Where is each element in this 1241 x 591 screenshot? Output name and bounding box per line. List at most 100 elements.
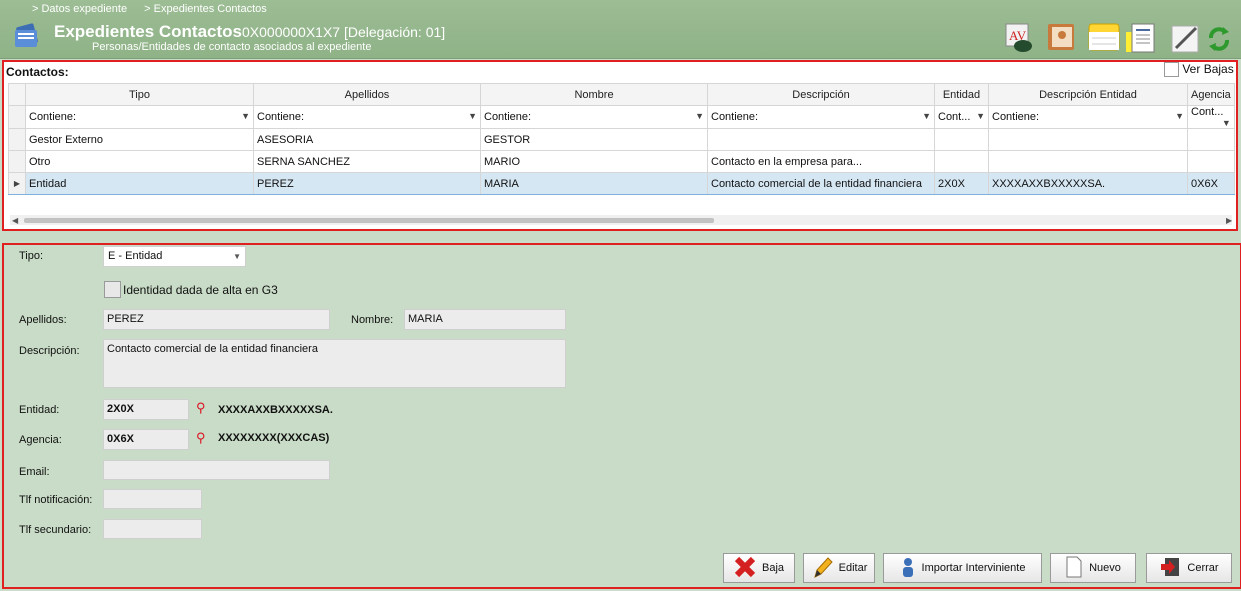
- filter-cell-entidad[interactable]: Cont... ▼: [934, 105, 989, 129]
- filter-text: Contiene:: [484, 111, 532, 123]
- nombre-label: Nombre:: [351, 314, 394, 326]
- row-selected-indicator[interactable]: ▶: [8, 172, 26, 195]
- table-cell[interactable]: [934, 128, 989, 151]
- table-cell[interactable]: MARIO: [480, 150, 708, 173]
- breadcrumb-item-contactos[interactable]: > Expedientes Contactos: [144, 3, 267, 15]
- column-header-agencia[interactable]: Agencia: [1187, 83, 1235, 106]
- contacts-label: Contactos:: [6, 65, 69, 79]
- importar-interviniente-button[interactable]: Importar Interviniente: [883, 553, 1042, 583]
- expediente-number: 0X000000X1X7 [Delegación: 01]: [242, 24, 446, 40]
- column-header-tipo[interactable]: Tipo: [25, 83, 254, 106]
- ver-bajas-checkbox[interactable]: [1164, 62, 1179, 78]
- column-header-apellidos[interactable]: Apellidos: [253, 83, 481, 106]
- nuevo-button[interactable]: Nuevo: [1050, 553, 1136, 583]
- table-cell[interactable]: SERNA SANCHEZ: [253, 150, 481, 173]
- filter-icon[interactable]: ▼: [1222, 118, 1231, 128]
- scroll-left-icon[interactable]: ◀: [12, 216, 18, 225]
- filter-cell-agencia[interactable]: Cont... ▼: [1187, 105, 1235, 129]
- column-header-entidad[interactable]: Entidad: [934, 83, 989, 106]
- table-row-selected[interactable]: ▶ Entidad PEREZ MARIA Contacto comercial…: [8, 172, 1235, 195]
- edit-pen-icon[interactable]: [1170, 18, 1202, 54]
- table-cell[interactable]: GESTOR: [480, 128, 708, 151]
- alta-g3-checkbox[interactable]: [104, 281, 121, 298]
- filter-icon[interactable]: ▼: [468, 111, 477, 121]
- pencil-icon: [811, 555, 833, 582]
- filter-cell-nombre[interactable]: Contiene: ▼: [480, 105, 708, 129]
- breadcrumb-item-datos[interactable]: > Datos expediente: [32, 3, 127, 15]
- table-cell[interactable]: [934, 150, 989, 173]
- column-header-descripcion[interactable]: Descripción: [707, 83, 935, 106]
- table-cell[interactable]: Contacto en la empresa para...: [707, 150, 935, 173]
- filter-icon[interactable]: ▼: [1175, 111, 1184, 121]
- email-label: Email:: [19, 466, 50, 478]
- editar-button-label: Editar: [838, 562, 868, 574]
- column-header-nombre[interactable]: Nombre: [480, 83, 708, 106]
- filter-icon[interactable]: ▼: [241, 111, 250, 121]
- entidad-search-icon[interactable]: ⚲: [196, 400, 206, 416]
- table-cell[interactable]: ASESORIA: [253, 128, 481, 151]
- descripcion-field[interactable]: Contacto comercial de la entidad financi…: [103, 339, 566, 388]
- baja-button[interactable]: Baja: [723, 553, 795, 583]
- notes-icon[interactable]: [1088, 18, 1120, 54]
- filter-icon[interactable]: ▼: [976, 111, 985, 121]
- table-cell[interactable]: [988, 128, 1188, 151]
- filter-icon[interactable]: ▼: [695, 111, 704, 121]
- table-cell[interactable]: [1187, 150, 1235, 173]
- filter-icon[interactable]: ▼: [922, 111, 931, 121]
- document-icon[interactable]: [1124, 18, 1156, 54]
- filter-text: Contiene:: [29, 111, 77, 123]
- column-header-descripcion-entidad[interactable]: Descripción Entidad: [988, 83, 1188, 106]
- email-field[interactable]: [103, 460, 330, 480]
- close-x-icon: [734, 556, 756, 581]
- editar-button[interactable]: Editar: [803, 553, 875, 583]
- scrollbar-thumb[interactable]: [24, 218, 714, 223]
- scroll-right-icon[interactable]: ▶: [1226, 216, 1232, 225]
- table-cell[interactable]: XXXXAXXBXXXXXSA.: [988, 172, 1188, 195]
- contacts-table: Tipo Apellidos Nombre Descripción Entida…: [8, 83, 1235, 195]
- table-cell[interactable]: Gestor Externo: [25, 128, 254, 151]
- chevron-down-icon: ▼: [233, 252, 241, 261]
- row-header[interactable]: [8, 150, 26, 173]
- table-cell[interactable]: [1187, 128, 1235, 151]
- tipo-select-value: E - Entidad: [108, 250, 163, 262]
- table-cell[interactable]: [707, 128, 935, 151]
- tlf-secundario-field[interactable]: [103, 519, 202, 539]
- agencia-description: XXXXXXXX(XXXCAS): [218, 432, 330, 444]
- importar-button-label: Importar Interviniente: [921, 562, 1026, 574]
- table-row[interactable]: Gestor Externo ASESORIA GESTOR: [8, 128, 1235, 151]
- signature-cloud-icon[interactable]: AV: [1003, 18, 1035, 54]
- alta-g3-label: Identidad dada de alta en G3: [123, 283, 278, 297]
- row-header[interactable]: [8, 128, 26, 151]
- descripcion-label: Descripción:: [19, 345, 80, 357]
- filter-cell-descripcion-entidad[interactable]: Contiene: ▼: [988, 105, 1188, 129]
- address-book-icon[interactable]: [1046, 18, 1078, 54]
- table-cell[interactable]: PEREZ: [253, 172, 481, 195]
- filter-text: Contiene:: [992, 111, 1040, 123]
- entidad-code-field[interactable]: 2X0X: [103, 399, 189, 420]
- refresh-icon[interactable]: [1206, 18, 1232, 54]
- filter-cell-descripcion[interactable]: Contiene: ▼: [707, 105, 935, 129]
- table-cell[interactable]: MARIA: [480, 172, 708, 195]
- agencia-code-field[interactable]: 0X6X: [103, 429, 189, 450]
- checkbox-box[interactable]: [104, 281, 121, 298]
- nuevo-button-label: Nuevo: [1089, 562, 1121, 574]
- row-header-corner: [8, 83, 26, 106]
- table-cell[interactable]: 2X0X: [934, 172, 989, 195]
- tipo-select[interactable]: E - Entidad ▼: [103, 246, 246, 267]
- table-row[interactable]: Otro SERNA SANCHEZ MARIO Contacto en la …: [8, 150, 1235, 173]
- ver-bajas-toggle[interactable]: Ver Bajas: [1164, 62, 1234, 78]
- table-cell[interactable]: Otro: [25, 150, 254, 173]
- filter-text: Cont...: [1191, 106, 1224, 119]
- nombre-field[interactable]: MARIA: [404, 309, 566, 330]
- table-cell[interactable]: Entidad: [25, 172, 254, 195]
- apellidos-field[interactable]: PEREZ: [103, 309, 330, 330]
- table-cell[interactable]: [988, 150, 1188, 173]
- filter-cell-tipo[interactable]: Contiene: ▼: [25, 105, 254, 129]
- cerrar-button[interactable]: Cerrar: [1146, 553, 1232, 583]
- tlf-notificacion-field[interactable]: [103, 489, 202, 509]
- agencia-search-icon[interactable]: ⚲: [196, 430, 206, 446]
- table-cell[interactable]: Contacto comercial de la entidad financi…: [707, 172, 935, 195]
- cerrar-button-label: Cerrar: [1187, 562, 1219, 574]
- filter-cell-apellidos[interactable]: Contiene: ▼: [253, 105, 481, 129]
- table-cell[interactable]: 0X6X: [1187, 172, 1235, 195]
